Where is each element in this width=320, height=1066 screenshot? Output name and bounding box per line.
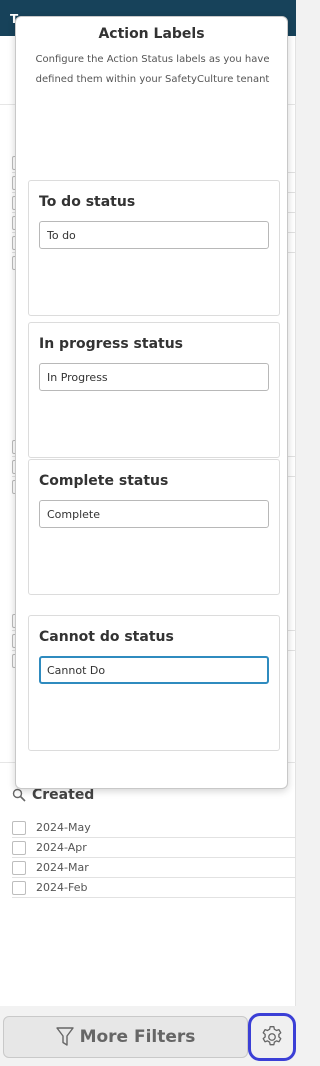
settings-button[interactable]: [248, 1013, 296, 1061]
list-item[interactable]: 2024-Apr: [12, 838, 296, 858]
complete-status-card: Complete status: [28, 459, 280, 595]
list-item[interactable]: 2024-May: [12, 818, 296, 838]
todo-status-label: To do status: [39, 194, 136, 210]
list-item[interactable]: 2024-Mar: [12, 858, 296, 878]
checkbox[interactable]: [12, 860, 26, 875]
todo-status-card: To do status: [28, 180, 280, 316]
popup-description: Configure the Action Status labels as yo…: [35, 54, 270, 85]
list-item-label: 2024-May: [36, 821, 91, 834]
more-filters-label: More Filters: [79, 1027, 196, 1047]
in-progress-status-label: In progress status: [39, 336, 184, 352]
checkbox[interactable]: [12, 820, 26, 835]
list-item-label: 2024-Apr: [36, 841, 87, 854]
list-item[interactable]: 2024-Feb: [12, 878, 296, 898]
list-item-label: 2024-Feb: [36, 881, 88, 894]
more-filters-button[interactable]: More Filters: [3, 1016, 248, 1058]
funnel-icon: [55, 1027, 74, 1046]
gear-icon: [262, 1026, 282, 1046]
magnifier-icon[interactable]: [12, 788, 26, 802]
cannot-do-status-card: Cannot do status: [28, 615, 280, 751]
in-progress-status-input[interactable]: [39, 363, 269, 391]
todo-status-input[interactable]: [39, 221, 269, 249]
complete-status-input[interactable]: [39, 500, 269, 528]
created-filter-header: Created: [12, 787, 94, 803]
cannot-do-status-label: Cannot do status: [39, 629, 174, 645]
created-filter-title: Created: [32, 787, 95, 803]
popup-title: Action Labels: [98, 26, 205, 42]
cannot-do-status-input[interactable]: [39, 656, 269, 684]
action-labels-popup: Action Labels Configure the Action Statu…: [15, 16, 288, 789]
complete-status-label: Complete status: [39, 473, 169, 489]
checkbox[interactable]: [12, 880, 26, 895]
in-progress-status-card: In progress status: [28, 322, 280, 458]
list-item-label: 2024-Mar: [36, 861, 89, 874]
checkbox[interactable]: [12, 840, 26, 855]
